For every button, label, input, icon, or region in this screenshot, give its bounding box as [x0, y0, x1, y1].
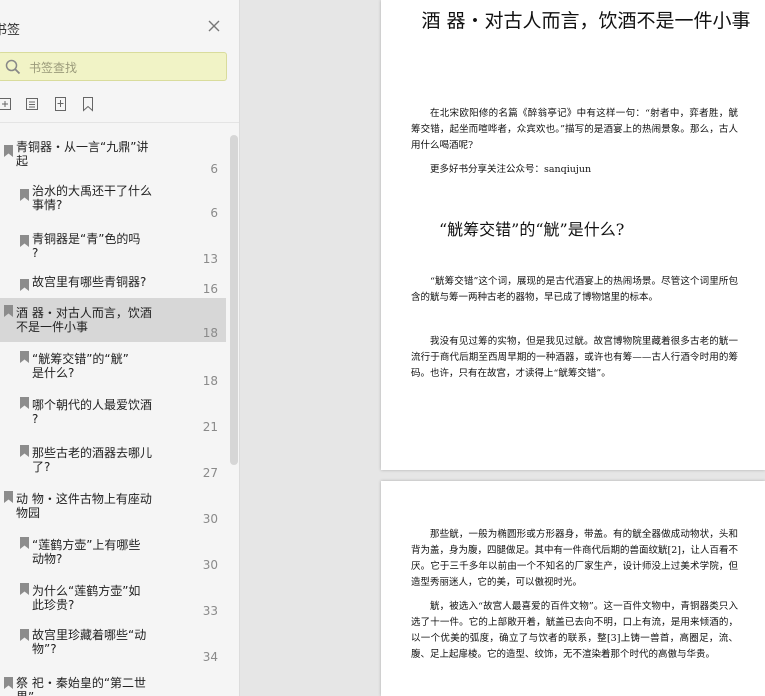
- search-placeholder: 书签查找: [29, 61, 78, 75]
- bookmark-page: 33: [202, 604, 218, 618]
- paragraph: 在北宋欧阳修的名篇《醉翁亭记》中有这样一句：“射者中，弈者胜，觥筹交错，起坐而喧…: [411, 108, 738, 151]
- bookmark-icon: [4, 142, 13, 157]
- bookmark-toolbar: [0, 96, 230, 114]
- bookmark-page: 27: [202, 466, 218, 480]
- bookmark-icon: [4, 674, 13, 689]
- bookmark-item[interactable]: 哪个朝代的人最爱饮酒 ? 21: [0, 390, 226, 438]
- bookmark-icon: [20, 580, 29, 595]
- bookmark-page: 13: [202, 252, 218, 266]
- paragraph: 觥，被选入“故宫人最喜爱的百件文物”。这一百件文物中，青铜器类只入选了十一件。它…: [411, 601, 738, 660]
- bookmark-icon: [20, 626, 29, 641]
- bookmark-icon: [4, 488, 13, 503]
- toolbar-divider: [0, 122, 239, 123]
- close-icon[interactable]: [206, 18, 222, 34]
- bookmark-page: 18: [202, 374, 218, 388]
- bookmark-page: 30: [202, 512, 218, 526]
- bookmark-list: 青铜器・从一言“九鼎”讲 起 6 治水的大禹还干了什么 事情? 6 青铜器是“青…: [0, 130, 230, 696]
- bookmark-label: 哪个朝代的人最爱饮酒 ?: [32, 398, 153, 426]
- bookmark-label: 青铜器・从一言“九鼎”讲 起: [16, 140, 149, 168]
- expand-all-icon[interactable]: [0, 96, 14, 112]
- sidebar-header: 书签: [0, 0, 239, 52]
- bookmark-icon: [20, 442, 29, 457]
- bookmark-icon: [20, 276, 29, 291]
- bookmark-label: 那些古老的酒器去哪儿 了?: [32, 446, 153, 474]
- paragraph: “觥筹交错”这个词，展现的是古代酒宴上的热闹场景。尽管这个词里所包含的觥与筹一两…: [411, 276, 738, 303]
- section-heading: “觥筹交错”的“觥”是什么?: [439, 220, 625, 239]
- paragraph: 我没有见过筹的实物，但是我见过觥。故宫博物院里藏着很多古老的觥一流行于商代后期至…: [411, 336, 738, 379]
- document-page: 那些觥，一般为椭圆形或方形器身，带盖。有的觥全器做成动物状，头和背为盖，身为腹，…: [381, 481, 765, 696]
- bookmark-page: 16: [202, 282, 218, 296]
- sidebar-title: 书签: [0, 23, 21, 38]
- bookmark-label: “莲鹤方壶”上有哪些 动物?: [32, 538, 141, 566]
- bookmark-page: 18: [202, 326, 218, 340]
- bookmark-icon: [20, 232, 29, 247]
- paragraph: 更多好书分享关注公众号：sanqiujun: [430, 164, 592, 175]
- bookmark-icon: [20, 186, 29, 201]
- bookmark-label: 动 物・这件古物上有座动 物园: [16, 492, 152, 520]
- bookmark-item[interactable]: 故宫里珍藏着哪些“动 物”? 34: [0, 622, 226, 668]
- bookmark-icon: [4, 302, 13, 317]
- chapter-heading: 酒 器・对古人而言，饮酒不是一件小事: [421, 10, 751, 32]
- bookmark-page: 6: [210, 162, 218, 176]
- bookmark-item[interactable]: 祭 祀・秦始皇的“第二世 界”: [0, 670, 226, 696]
- bookmark-label: 祭 祀・秦始皇的“第二世 界”: [16, 676, 147, 696]
- sidebar-scrollbar[interactable]: [230, 135, 238, 465]
- bookmark-icon: [20, 534, 29, 549]
- bookmark-search-input[interactable]: 书签查找: [0, 52, 227, 81]
- bookmark-item[interactable]: 青铜器是“青”色的吗 ? 13: [0, 228, 226, 272]
- bookmark-label: 青铜器是“青”色的吗 ?: [32, 232, 141, 260]
- bookmark-page: 34: [202, 650, 218, 664]
- document-page: 酒 器・对古人而言，饮酒不是一件小事 在北宋欧阳修的名篇《醉翁亭记》中有这样一句…: [381, 0, 765, 470]
- search-icon: [5, 59, 21, 75]
- bookmark-item[interactable]: “觥筹交错”的“觥” 是什么? 18: [0, 344, 226, 390]
- bookmark-label: 治水的大禹还干了什么 事情?: [32, 184, 153, 212]
- bookmark-outline-icon[interactable]: [80, 96, 96, 112]
- collapse-all-icon[interactable]: [25, 96, 41, 112]
- bookmark-page: 21: [202, 420, 218, 434]
- bookmark-label: 故宫里珍藏着哪些“动 物”?: [32, 628, 147, 656]
- add-bookmark-icon[interactable]: [53, 96, 69, 112]
- bookmark-item[interactable]: 青铜器・从一言“九鼎”讲 起 6: [0, 138, 226, 182]
- bookmark-page: 30: [202, 558, 218, 572]
- bookmark-page: 6: [210, 206, 218, 220]
- bookmark-icon: [20, 394, 29, 409]
- bookmark-item[interactable]: 动 物・这件古物上有座动 物园 30: [0, 484, 226, 530]
- bookmark-item-selected[interactable]: 酒 器・对古人而言，饮酒 不是一件小事 18: [0, 298, 226, 342]
- bookmark-label: 故宫里有哪些青铜器?: [32, 275, 147, 289]
- bookmark-sidebar: 书签 书签查找 青铜器・从一言“九鼎”讲 起 6: [0, 0, 240, 696]
- bookmark-label: 酒 器・对古人而言，饮酒 不是一件小事: [16, 306, 152, 334]
- bookmark-item[interactable]: 为什么“莲鹤方壶”如 此珍贵? 33: [0, 576, 226, 622]
- bookmark-icon: [20, 348, 29, 363]
- bookmark-item[interactable]: 故宫里有哪些青铜器? 16: [0, 272, 226, 300]
- bookmark-item[interactable]: 治水的大禹还干了什么 事情? 6: [0, 182, 226, 228]
- bookmark-label: “觥筹交错”的“觥” 是什么?: [32, 352, 129, 380]
- paragraph: 那些觥，一般为椭圆形或方形器身，带盖。有的觥全器做成动物状，头和背为盖，身为腹，…: [411, 529, 738, 588]
- bookmark-item[interactable]: 那些古老的酒器去哪儿 了? 27: [0, 438, 226, 486]
- bookmark-item[interactable]: “莲鹤方壶”上有哪些 动物? 30: [0, 530, 226, 576]
- bookmark-label: 为什么“莲鹤方壶”如 此珍贵?: [32, 584, 141, 612]
